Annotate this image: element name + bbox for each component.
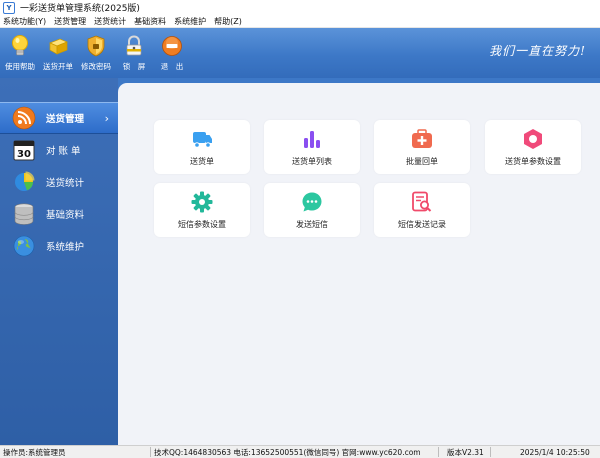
change-password-button[interactable]: 修改密码 bbox=[78, 28, 114, 72]
title-bar: Y 一彩送货单管理系统(2025版) bbox=[0, 0, 600, 15]
status-divider bbox=[490, 447, 491, 457]
box-icon bbox=[47, 34, 69, 58]
sidebar-item-delivery-statistics[interactable]: 送货统计 bbox=[0, 166, 118, 198]
new-delivery-button[interactable]: 送货开单 bbox=[40, 28, 76, 72]
status-divider bbox=[438, 447, 439, 457]
sidebar-label-system-maintenance: 系统维护 bbox=[46, 242, 85, 253]
menu-system-functions[interactable]: 系统功能(Y) bbox=[3, 16, 46, 27]
sidebar-label-basic-data: 基础资料 bbox=[46, 210, 85, 221]
card-label-delivery-list: 送货单列表 bbox=[292, 157, 332, 166]
toolbar: 使用帮助 送货开单 修改密码 锁 屏 退 出 我们一直在努力! bbox=[0, 28, 600, 78]
exit-button[interactable]: 退 出 bbox=[154, 28, 190, 72]
help-button[interactable]: 使用帮助 bbox=[2, 28, 38, 72]
status-datetime: 2025/1/4 10:25:50 bbox=[520, 448, 590, 457]
sidebar-label-delivery-management: 送货管理 bbox=[46, 114, 85, 125]
hexagon-icon bbox=[522, 128, 544, 150]
card-delivery-list[interactable]: 送货单列表 bbox=[264, 120, 360, 174]
menu-delivery-management[interactable]: 送货管理 bbox=[54, 16, 86, 27]
calendar-icon: 30 bbox=[12, 138, 36, 162]
card-delivery-param-settings[interactable]: 送货单参数设置 bbox=[485, 120, 581, 174]
exit-label: 退 出 bbox=[160, 62, 184, 71]
lock-screen-label: 锁 屏 bbox=[122, 62, 146, 71]
status-operator: 操作员:系统管理员 bbox=[3, 448, 66, 457]
chevron-right-icon: › bbox=[104, 111, 109, 125]
globe-icon bbox=[12, 234, 36, 258]
pie-chart-icon bbox=[12, 170, 36, 194]
bar-chart-icon bbox=[301, 128, 323, 150]
menu-basic-data[interactable]: 基础资料 bbox=[134, 16, 166, 27]
card-label-sms-param-settings: 短信参数设置 bbox=[178, 220, 226, 229]
database-icon bbox=[12, 202, 36, 226]
sidebar-item-basic-data[interactable]: 基础资料 bbox=[0, 198, 118, 230]
svg-text:30: 30 bbox=[17, 149, 31, 160]
medical-kit-icon bbox=[411, 128, 433, 150]
exit-icon bbox=[161, 34, 183, 58]
sidebar: 送货管理 › 30 对 账 单 送货统计 基础资料 系统维护 bbox=[0, 78, 118, 445]
main-content: 送货单 送货单列表 批量回单 送货单参数设置 短信参数设置 发送短信 短信发送记… bbox=[118, 78, 600, 445]
sidebar-item-system-maintenance[interactable]: 系统维护 bbox=[0, 230, 118, 262]
rss-icon bbox=[12, 106, 36, 130]
card-sms-send-log[interactable]: 短信发送记录 bbox=[374, 183, 470, 237]
lock-icon bbox=[123, 34, 145, 58]
lightbulb-icon bbox=[9, 34, 31, 58]
slogan-text: 我们一直在努力! bbox=[489, 44, 586, 58]
shield-icon bbox=[85, 34, 107, 58]
chat-bubble-icon bbox=[301, 191, 323, 213]
card-label-batch-receipt: 批量回单 bbox=[406, 157, 438, 166]
change-password-label: 修改密码 bbox=[81, 62, 111, 71]
new-delivery-label: 送货开单 bbox=[43, 62, 73, 71]
truck-icon bbox=[191, 128, 213, 150]
status-version: 版本V2.31 bbox=[447, 448, 484, 457]
help-label: 使用帮助 bbox=[5, 62, 35, 71]
sidebar-item-statement[interactable]: 30 对 账 单 bbox=[0, 134, 118, 166]
card-label-send-sms: 发送短信 bbox=[296, 220, 328, 229]
status-bar: 操作员:系统管理员 技术QQ:1464830563 电话:13652500551… bbox=[0, 445, 600, 458]
card-sms-param-settings[interactable]: 短信参数设置 bbox=[154, 183, 250, 237]
status-divider bbox=[150, 447, 151, 457]
menu-delivery-statistics[interactable]: 送货统计 bbox=[94, 16, 126, 27]
sidebar-label-delivery-statistics: 送货统计 bbox=[46, 178, 85, 189]
status-support-info: 技术QQ:1464830563 电话:13652500551(微信同号) 官网:… bbox=[154, 448, 421, 457]
card-label-sms-send-log: 短信发送记录 bbox=[398, 220, 446, 229]
lock-screen-button[interactable]: 锁 屏 bbox=[116, 28, 152, 72]
card-label-delivery-param-settings: 送货单参数设置 bbox=[505, 157, 561, 166]
sidebar-label-statement: 对 账 单 bbox=[46, 146, 81, 157]
card-delivery-note[interactable]: 送货单 bbox=[154, 120, 250, 174]
card-batch-receipt[interactable]: 批量回单 bbox=[374, 120, 470, 174]
card-label-delivery-note: 送货单 bbox=[190, 157, 214, 166]
menu-bar: 系统功能(Y) 送货管理 送货统计 基础资料 系统维护 帮助(Z) bbox=[0, 15, 600, 28]
gear-icon bbox=[191, 191, 213, 213]
menu-system-maintenance[interactable]: 系统维护 bbox=[174, 16, 206, 27]
sidebar-item-delivery-management[interactable]: 送货管理 › bbox=[0, 102, 118, 134]
card-send-sms[interactable]: 发送短信 bbox=[264, 183, 360, 237]
menu-help[interactable]: 帮助(Z) bbox=[214, 16, 242, 27]
content-panel: 送货单 送货单列表 批量回单 送货单参数设置 短信参数设置 发送短信 短信发送记… bbox=[118, 83, 600, 445]
window-title: 一彩送货单管理系统(2025版) bbox=[20, 4, 140, 14]
app-logo-icon: Y bbox=[3, 1, 15, 14]
document-search-icon bbox=[411, 191, 433, 213]
